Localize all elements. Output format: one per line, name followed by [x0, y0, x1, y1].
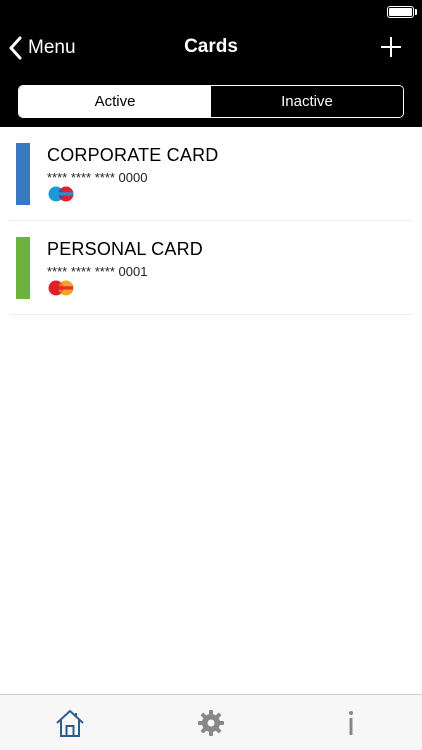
card-color-stripe [16, 237, 30, 299]
segment-inactive[interactable]: Inactive [211, 86, 403, 117]
card-color-stripe [16, 143, 30, 205]
maestro-logo-icon [48, 186, 74, 202]
add-card-button[interactable] [380, 36, 402, 58]
card-list: CORPORATE CARD **** **** **** 0000 PERSO… [0, 127, 422, 315]
segment-active[interactable]: Active [19, 86, 211, 117]
battery-tip [415, 9, 417, 15]
page-title: Cards [184, 36, 238, 57]
card-name: PERSONAL CARD [47, 239, 203, 259]
card-row-corporate[interactable]: CORPORATE CARD **** **** **** 0000 [10, 127, 412, 221]
plus-icon [381, 37, 401, 57]
gear-icon [198, 710, 224, 736]
status-segmented-control: Active Inactive [18, 85, 404, 118]
tab-settings[interactable] [195, 707, 227, 739]
home-icon [56, 710, 84, 737]
card-name: CORPORATE CARD [47, 145, 219, 165]
card-row-personal[interactable]: PERSONAL CARD **** **** **** 0001 [10, 221, 412, 315]
tab-bar [0, 694, 422, 750]
nav-header: Menu Cards Active Inactive [0, 0, 422, 127]
card-number: **** **** **** 0001 [47, 264, 148, 279]
mastercard-logo-icon [48, 280, 74, 296]
tab-home[interactable] [54, 707, 86, 739]
status-bar [0, 0, 422, 22]
tab-info[interactable] [335, 707, 367, 739]
battery-icon [387, 6, 414, 18]
info-icon [349, 711, 353, 735]
card-number: **** **** **** 0000 [47, 170, 148, 185]
